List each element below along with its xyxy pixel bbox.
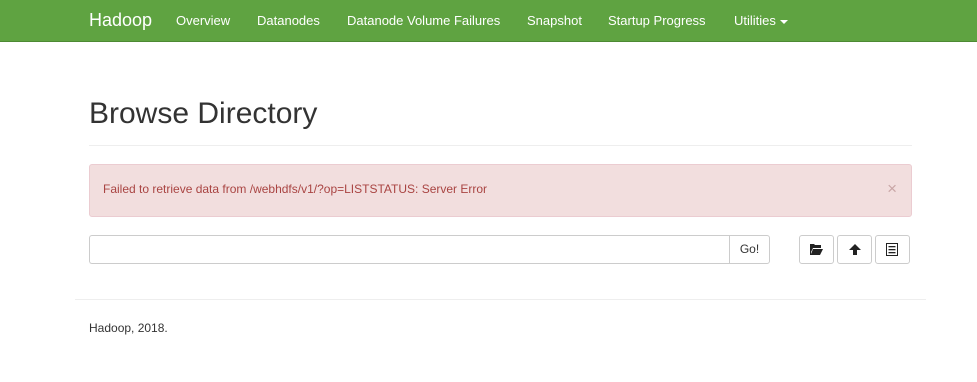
- nav-datanode-volume-failures[interactable]: Datanode Volume Failures: [347, 13, 500, 29]
- nav-startup-progress[interactable]: Startup Progress: [608, 13, 706, 29]
- nav-utilities-label: Utilities: [734, 13, 776, 28]
- folder-open-icon: [810, 244, 823, 255]
- page-title: Browse Directory: [89, 97, 318, 130]
- directory-path-input[interactable]: [89, 235, 729, 264]
- list-alt-icon: [886, 243, 898, 256]
- upload-files-button[interactable]: [837, 235, 872, 264]
- footer-text: Hadoop, 2018.: [89, 321, 168, 335]
- title-divider: [89, 145, 912, 146]
- cut-paste-list-button[interactable]: [875, 235, 910, 264]
- nav-snapshot[interactable]: Snapshot: [527, 13, 582, 29]
- close-icon[interactable]: ×: [887, 180, 897, 197]
- create-directory-button[interactable]: [799, 235, 834, 264]
- top-navbar: Hadoop Overview Datanodes Datanode Volum…: [0, 0, 977, 42]
- brand-link[interactable]: Hadoop: [89, 10, 152, 30]
- nav-overview[interactable]: Overview: [176, 13, 230, 29]
- go-button[interactable]: Go!: [729, 235, 770, 264]
- upload-icon: [849, 244, 861, 255]
- nav-datanodes[interactable]: Datanodes: [257, 13, 320, 29]
- alert-message: Failed to retrieve data from /webhdfs/v1…: [103, 182, 488, 196]
- caret-down-icon: [779, 19, 788, 24]
- nav-utilities[interactable]: Utilities: [734, 13, 788, 29]
- footer-divider: [75, 299, 926, 300]
- error-alert: Failed to retrieve data from /webhdfs/v1…: [89, 164, 912, 217]
